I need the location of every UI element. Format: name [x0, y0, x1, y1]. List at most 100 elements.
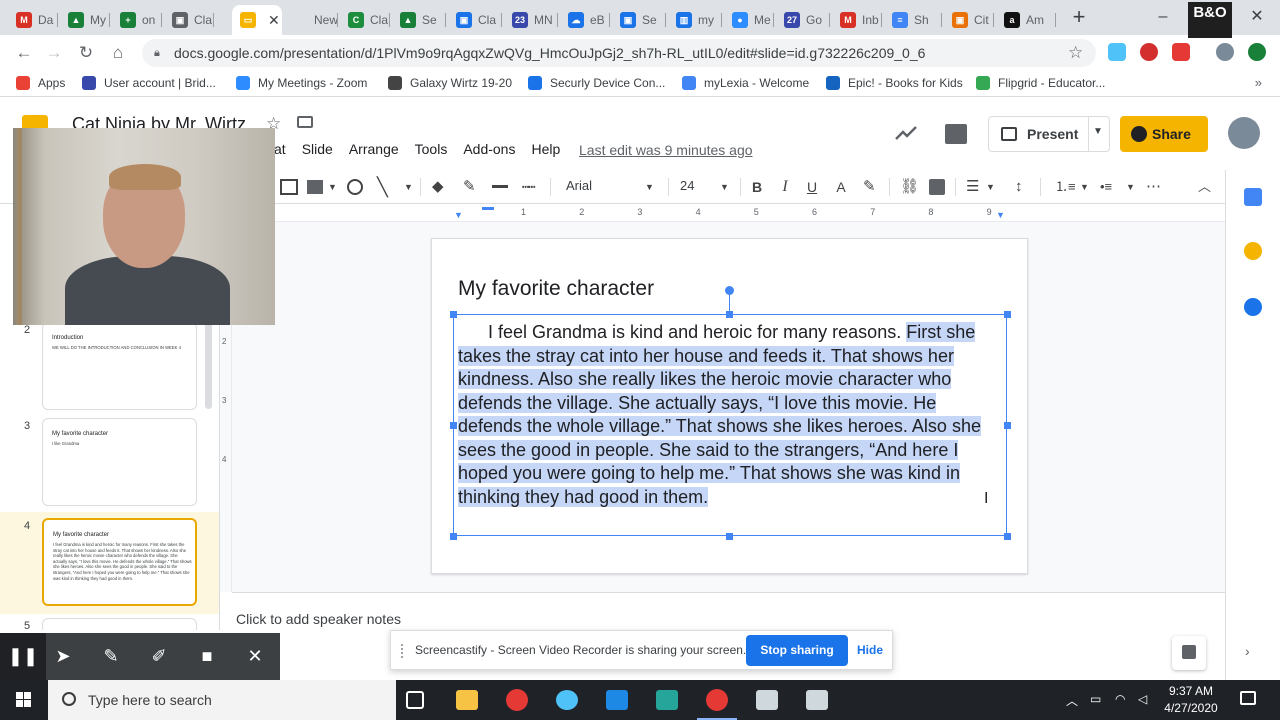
resize-handle[interactable] — [1004, 533, 1011, 540]
chrome-active-icon[interactable] — [706, 689, 728, 711]
notes-divider[interactable] — [232, 592, 1225, 600]
taskbar-search[interactable]: Type here to search — [48, 680, 396, 720]
browser-tab[interactable]: ● Me — [724, 5, 774, 35]
speaker-notes[interactable]: Click to add speaker notes — [236, 611, 401, 627]
tasks-icon[interactable] — [1244, 298, 1262, 316]
line-dropdown-icon[interactable]: ▼ — [404, 177, 413, 197]
lock-icon[interactable]: 🔒︎ — [154, 47, 164, 59]
bookmark-item[interactable]: Galaxy Wirtz 19-20 — [388, 76, 512, 90]
border-weight-icon[interactable] — [492, 185, 508, 188]
first-line-indent-marker[interactable] — [482, 207, 494, 210]
camera-icon[interactable]: ■ — [184, 633, 230, 680]
slide-thumbnail[interactable]: My favorite character I like Grandma — [42, 418, 197, 506]
app-icon[interactable] — [606, 690, 628, 710]
menu-item[interactable]: Tools — [415, 141, 448, 157]
hide-button[interactable]: Hide — [857, 643, 883, 657]
indent-marker-icon[interactable]: ▼ — [454, 210, 463, 220]
extension-icon[interactable] — [1248, 43, 1266, 61]
menu-item[interactable]: Help — [531, 141, 560, 157]
bookmark-item[interactable]: User account | Brid... — [82, 76, 216, 90]
slide-title[interactable]: My favorite character — [458, 277, 654, 301]
slide-thumbnail[interactable]: My favorite character I feel Grandma is k… — [42, 518, 197, 606]
drag-handle[interactable] — [401, 644, 407, 658]
stop-sharing-button[interactable]: Stop sharing — [746, 635, 848, 666]
browser-tab[interactable]: M Da — [8, 5, 58, 35]
font-dropdown-icon[interactable]: ▼ — [645, 177, 654, 197]
browser-tab[interactable]: ▥ my — [668, 5, 722, 35]
resize-handle[interactable] — [726, 533, 733, 540]
fill-color-icon[interactable]: ◆ — [432, 177, 444, 197]
bookmark-item[interactable]: Apps — [16, 76, 65, 90]
resize-handle[interactable] — [450, 422, 457, 429]
bold-button[interactable]: B — [750, 177, 764, 197]
numbered-list-icon[interactable]: ⒈≡ — [1055, 177, 1076, 197]
slide-body-text[interactable]: I feel Grandma is kind and heroic for ma… — [458, 321, 1003, 509]
chrome-icon[interactable] — [506, 689, 528, 711]
highlight-color-icon[interactable]: ✎ — [863, 177, 876, 197]
present-button[interactable]: Present ▼ — [988, 116, 1110, 152]
underline-button[interactable]: U — [805, 177, 819, 197]
last-edit-link[interactable]: Last edit was 9 minutes ago — [579, 142, 753, 158]
bookmark-item[interactable]: Flipgrid - Educator... — [976, 76, 1105, 90]
cursor-icon[interactable]: ➤ — [40, 633, 86, 680]
menu-item[interactable]: Arrange — [349, 141, 399, 157]
minimize-window-button[interactable]: – — [1140, 0, 1186, 35]
browser-tab[interactable]: ▣ Cit — [944, 5, 994, 35]
browser-tab[interactable]: ▲ My — [60, 5, 110, 35]
taskbar-clock[interactable]: 9:37 AM 4/27/2020 — [1156, 683, 1226, 717]
resize-handle[interactable] — [450, 311, 457, 318]
shape-icon[interactable] — [347, 179, 363, 195]
browser-tab[interactable]: ≡ Sh — [884, 5, 942, 35]
file-explorer-icon[interactable] — [456, 690, 478, 710]
close-icon[interactable]: ✕ — [232, 633, 278, 680]
task-view-icon[interactable] — [406, 691, 424, 709]
share-button[interactable]: Share — [1120, 116, 1208, 152]
menu-item[interactable]: Slide — [302, 141, 333, 157]
app-icon[interactable] — [806, 690, 828, 710]
present-dropdown-icon[interactable]: ▼ — [1093, 126, 1103, 137]
pen-icon[interactable]: ✎ — [88, 633, 134, 680]
move-folder-icon[interactable] — [297, 116, 313, 128]
font-size-select[interactable]: 24 — [680, 178, 694, 193]
comment-icon[interactable] — [945, 124, 967, 144]
reload-icon[interactable]: ↻ — [74, 41, 98, 65]
bookmark-item[interactable]: My Meetings - Zoom — [236, 76, 367, 90]
font-select[interactable]: Arial — [566, 178, 592, 193]
bookmark-star-icon[interactable]: ☆ — [1068, 43, 1083, 63]
rotation-handle[interactable] — [725, 286, 734, 295]
bookmark-item[interactable]: myLexia - Welcome — [682, 76, 809, 90]
highlighter-icon[interactable]: ✐ — [136, 633, 182, 680]
border-color-icon[interactable]: ✎ — [463, 177, 476, 197]
browser-tab[interactable]: M Inb — [832, 5, 882, 35]
right-indent-marker-icon[interactable]: ▼ — [996, 210, 1005, 220]
textbox-icon[interactable] — [280, 179, 298, 195]
app-icon[interactable] — [556, 690, 578, 710]
more-options-icon[interactable]: ⋯ — [1146, 177, 1161, 197]
explore-button[interactable] — [1172, 636, 1206, 670]
url-field[interactable]: docs.google.com/presentation/d/1PlVm9o9r… — [142, 39, 1096, 67]
extension-icon[interactable] — [1140, 43, 1158, 61]
image-icon[interactable] — [307, 180, 323, 194]
browser-tab[interactable]: ▣ Se — [612, 5, 666, 35]
profile-avatar[interactable] — [1216, 43, 1234, 61]
add-comment-icon[interactable] — [929, 179, 945, 195]
bulleted-list-dropdown-icon[interactable]: ▼ — [1126, 177, 1135, 197]
more-bookmarks-icon[interactable]: » — [1255, 75, 1262, 90]
collapse-toolbar-icon[interactable]: ︿ — [1198, 177, 1211, 197]
resize-handle[interactable] — [1004, 311, 1011, 318]
activity-trend-icon[interactable] — [894, 123, 918, 143]
volume-icon[interactable]: ◁ — [1138, 692, 1147, 706]
bookmark-item[interactable]: Epic! - Books for Kids — [826, 76, 963, 90]
line-spacing-icon[interactable]: ↕ — [1015, 177, 1023, 197]
battery-icon[interactable]: ▭ — [1090, 692, 1101, 706]
browser-tab[interactable]: 27 Go — [776, 5, 830, 35]
wifi-icon[interactable]: ◠ — [1115, 692, 1125, 706]
back-icon[interactable]: ← — [12, 41, 36, 65]
close-window-button[interactable]: ✕ — [1234, 0, 1280, 35]
browser-tab[interactable]: C Cla — [340, 5, 390, 35]
keep-icon[interactable] — [1244, 242, 1262, 260]
browser-tab[interactable]: + on — [112, 5, 162, 35]
notifications-icon[interactable] — [1240, 691, 1256, 705]
numbered-list-dropdown-icon[interactable]: ▼ — [1080, 177, 1089, 197]
calendar-icon[interactable] — [1244, 188, 1262, 206]
